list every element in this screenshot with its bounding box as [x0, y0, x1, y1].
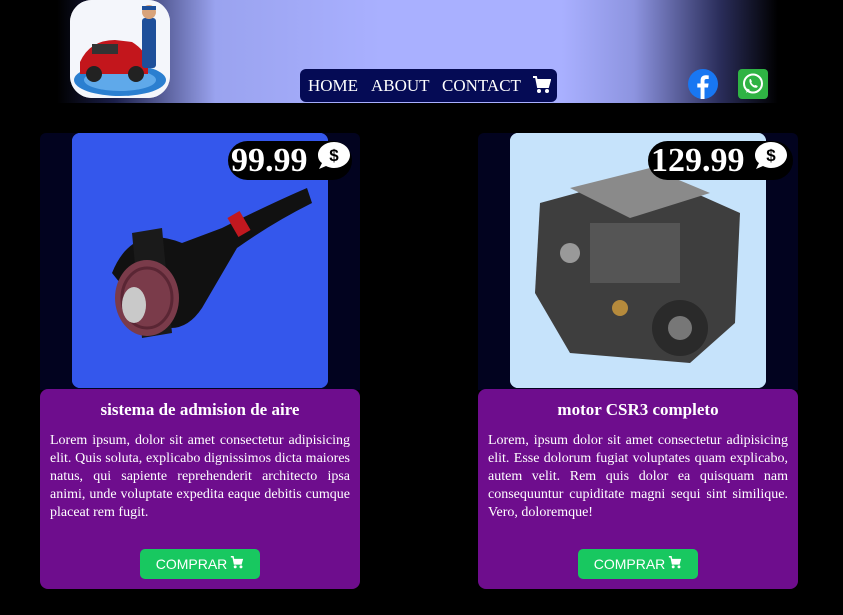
- mechanic-logo-icon: [70, 0, 170, 98]
- price-tag: 129.99 $: [648, 141, 793, 180]
- product-card-body: sistema de admision de aire Lorem ipsum,…: [40, 389, 360, 589]
- mechanic-logo[interactable]: [70, 0, 170, 98]
- comprar-button[interactable]: COMPRAR: [578, 549, 698, 579]
- product-description: Lorem, ipsum dolor sit amet consectetur …: [488, 433, 788, 520]
- comprar-label: COMPRAR: [155, 556, 228, 572]
- cart-icon: [230, 556, 244, 572]
- price-tag: 99.99 $: [228, 141, 352, 180]
- cart-icon[interactable]: [532, 76, 552, 99]
- dollar-chat-icon: $: [753, 140, 789, 181]
- nav-about-link[interactable]: ABOUT: [371, 76, 430, 96]
- product-title: sistema de admision de aire: [100, 400, 300, 419]
- comprar-label: COMPRAR: [593, 556, 666, 572]
- comprar-button[interactable]: COMPRAR: [140, 549, 260, 579]
- product-card-body: motor CSR3 completo Lorem, ipsum dolor s…: [478, 389, 798, 589]
- product-description: Lorem ipsum, dolor sit amet consectetur …: [50, 433, 350, 520]
- svg-text:$: $: [329, 146, 339, 165]
- price-value: 99.99: [231, 141, 308, 179]
- main-nav: HOME ABOUT CONTACT: [300, 69, 557, 102]
- product-title: motor CSR3 completo: [557, 400, 719, 419]
- facebook-icon[interactable]: [688, 69, 718, 99]
- nav-contact-link[interactable]: CONTACT: [442, 76, 521, 96]
- whatsapp-icon[interactable]: [738, 69, 768, 99]
- cart-icon: [668, 556, 682, 572]
- svg-text:$: $: [766, 146, 776, 165]
- nav-home-link[interactable]: HOME: [308, 76, 358, 96]
- dollar-chat-icon: $: [316, 140, 352, 181]
- price-value: 129.99: [651, 141, 745, 179]
